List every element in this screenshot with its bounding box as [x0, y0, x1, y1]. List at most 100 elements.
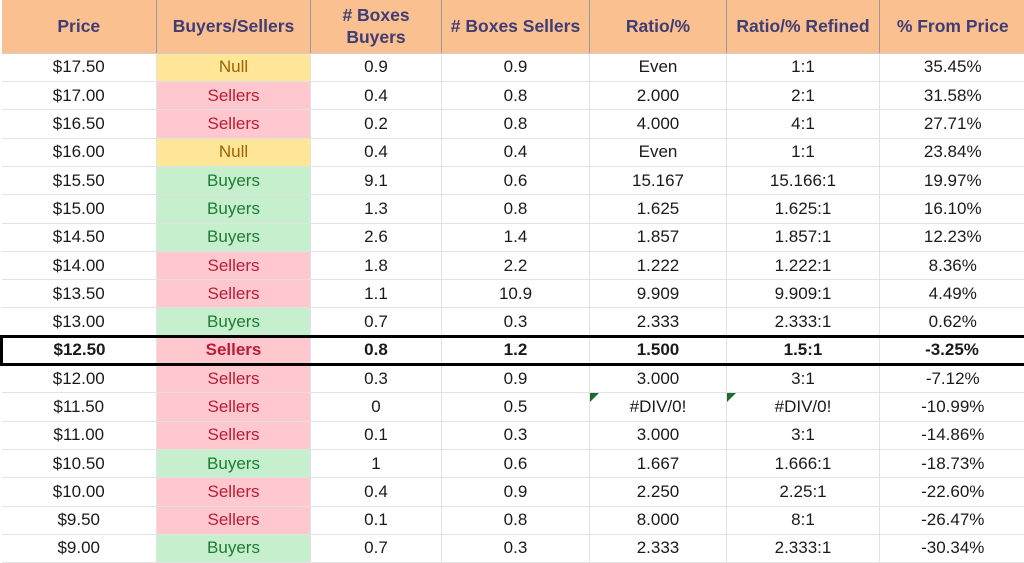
- boxes-buyers-cell[interactable]: 0.4: [311, 138, 442, 166]
- price-cell[interactable]: $9.50: [2, 506, 157, 534]
- ratio-refined-cell[interactable]: 1:1: [727, 53, 880, 81]
- column-header-4[interactable]: Ratio/%: [590, 0, 727, 53]
- ratio-refined-cell[interactable]: 2.333:1: [727, 308, 880, 336]
- price-cell[interactable]: $16.50: [2, 110, 157, 138]
- table-row[interactable]: $11.50Sellers00.5#DIV/0!#DIV/0!-10.99%: [2, 393, 1024, 421]
- percent-from-price-cell[interactable]: 16.10%: [880, 195, 1024, 223]
- ratio-refined-cell[interactable]: 15.166:1: [727, 166, 880, 194]
- ratio-cell[interactable]: 1.222: [590, 251, 727, 279]
- ratio-cell[interactable]: 15.167: [590, 166, 727, 194]
- ratio-cell[interactable]: 8.000: [590, 506, 727, 534]
- ratio-cell[interactable]: 1.625: [590, 195, 727, 223]
- signal-cell[interactable]: Sellers: [157, 506, 311, 534]
- price-cell[interactable]: $12.50: [2, 336, 157, 364]
- signal-cell[interactable]: Buyers: [157, 449, 311, 477]
- ratio-refined-cell[interactable]: 1.5:1: [727, 336, 880, 364]
- price-cell[interactable]: $16.00: [2, 138, 157, 166]
- boxes-sellers-cell[interactable]: 0.8: [442, 82, 590, 110]
- percent-from-price-cell[interactable]: 12.23%: [880, 223, 1024, 251]
- table-row[interactable]: $12.50Sellers0.81.21.5001.5:1-3.25%: [2, 336, 1024, 364]
- signal-cell[interactable]: Sellers: [157, 421, 311, 449]
- price-cell[interactable]: $10.00: [2, 478, 157, 506]
- table-row[interactable]: $13.50Sellers1.110.99.9099.909:14.49%: [2, 280, 1024, 308]
- percent-from-price-cell[interactable]: 0.62%: [880, 308, 1024, 336]
- signal-cell[interactable]: Sellers: [157, 393, 311, 421]
- signal-cell[interactable]: Null: [157, 53, 311, 81]
- table-row[interactable]: $13.00Buyers0.70.32.3332.333:10.62%: [2, 308, 1024, 336]
- boxes-sellers-cell[interactable]: 0.3: [442, 308, 590, 336]
- boxes-buyers-cell[interactable]: 1: [311, 449, 442, 477]
- boxes-buyers-cell[interactable]: 1.3: [311, 195, 442, 223]
- price-cell[interactable]: $17.00: [2, 82, 157, 110]
- boxes-sellers-cell[interactable]: 0.9: [442, 53, 590, 81]
- percent-from-price-cell[interactable]: 23.84%: [880, 138, 1024, 166]
- table-row[interactable]: $14.50Buyers2.61.41.8571.857:112.23%: [2, 223, 1024, 251]
- boxes-buyers-cell[interactable]: 0.3: [311, 365, 442, 393]
- signal-cell[interactable]: Sellers: [157, 110, 311, 138]
- table-row[interactable]: $10.50Buyers10.61.6671.666:1-18.73%: [2, 449, 1024, 477]
- price-cell[interactable]: $11.50: [2, 393, 157, 421]
- table-row[interactable]: $14.00Sellers1.82.21.2221.222:18.36%: [2, 251, 1024, 279]
- ratio-cell[interactable]: Even: [590, 53, 727, 81]
- column-header-6[interactable]: % From Price: [880, 0, 1024, 53]
- ratio-refined-cell[interactable]: 9.909:1: [727, 280, 880, 308]
- signal-cell[interactable]: Buyers: [157, 166, 311, 194]
- price-cell[interactable]: $12.00: [2, 365, 157, 393]
- price-cell[interactable]: $15.50: [2, 166, 157, 194]
- column-header-1[interactable]: Buyers/Sellers: [157, 0, 311, 53]
- ratio-cell[interactable]: 9.909: [590, 280, 727, 308]
- boxes-buyers-cell[interactable]: 1.1: [311, 280, 442, 308]
- ratio-cell[interactable]: 2.333: [590, 308, 727, 336]
- boxes-sellers-cell[interactable]: 0.6: [442, 449, 590, 477]
- price-cell[interactable]: $11.00: [2, 421, 157, 449]
- boxes-sellers-cell[interactable]: 0.5: [442, 393, 590, 421]
- boxes-sellers-cell[interactable]: 0.6: [442, 166, 590, 194]
- ratio-cell[interactable]: 3.000: [590, 421, 727, 449]
- percent-from-price-cell[interactable]: 19.97%: [880, 166, 1024, 194]
- table-row[interactable]: $17.00Sellers0.40.82.0002:131.58%: [2, 82, 1024, 110]
- signal-cell[interactable]: Sellers: [157, 82, 311, 110]
- percent-from-price-cell[interactable]: 8.36%: [880, 251, 1024, 279]
- boxes-sellers-cell[interactable]: 2.2: [442, 251, 590, 279]
- signal-cell[interactable]: Buyers: [157, 534, 311, 562]
- price-cell[interactable]: $13.50: [2, 280, 157, 308]
- column-header-3[interactable]: # Boxes Sellers: [442, 0, 590, 53]
- percent-from-price-cell[interactable]: 31.58%: [880, 82, 1024, 110]
- boxes-sellers-cell[interactable]: 0.8: [442, 506, 590, 534]
- ratio-cell[interactable]: 1.857: [590, 223, 727, 251]
- boxes-sellers-cell[interactable]: 0.4: [442, 138, 590, 166]
- ratio-refined-cell[interactable]: 4:1: [727, 110, 880, 138]
- percent-from-price-cell[interactable]: 35.45%: [880, 53, 1024, 81]
- ratio-cell[interactable]: 1.500: [590, 336, 727, 364]
- boxes-buyers-cell[interactable]: 0.8: [311, 336, 442, 364]
- ratio-refined-cell[interactable]: #DIV/0!: [727, 393, 880, 421]
- percent-from-price-cell[interactable]: -3.25%: [880, 336, 1024, 364]
- signal-cell[interactable]: Sellers: [157, 336, 311, 364]
- boxes-buyers-cell[interactable]: 0: [311, 393, 442, 421]
- ratio-cell[interactable]: 1.667: [590, 449, 727, 477]
- boxes-buyers-cell[interactable]: 2.6: [311, 223, 442, 251]
- ratio-cell[interactable]: 2.250: [590, 478, 727, 506]
- boxes-buyers-cell[interactable]: 0.7: [311, 534, 442, 562]
- ratio-refined-cell[interactable]: 8:1: [727, 506, 880, 534]
- percent-from-price-cell[interactable]: -26.47%: [880, 506, 1024, 534]
- price-cell[interactable]: $14.00: [2, 251, 157, 279]
- boxes-buyers-cell[interactable]: 1.8: [311, 251, 442, 279]
- signal-cell[interactable]: Buyers: [157, 223, 311, 251]
- boxes-buyers-cell[interactable]: 0.4: [311, 82, 442, 110]
- table-row[interactable]: $12.00Sellers0.30.93.0003:1-7.12%: [2, 365, 1024, 393]
- table-row[interactable]: $10.00Sellers0.40.92.2502.25:1-22.60%: [2, 478, 1024, 506]
- ratio-refined-cell[interactable]: 3:1: [727, 365, 880, 393]
- boxes-buyers-cell[interactable]: 0.1: [311, 506, 442, 534]
- ratio-refined-cell[interactable]: 1.666:1: [727, 449, 880, 477]
- price-cell[interactable]: $17.50: [2, 53, 157, 81]
- table-row[interactable]: $16.00Null0.40.4Even1:123.84%: [2, 138, 1024, 166]
- signal-cell[interactable]: Sellers: [157, 478, 311, 506]
- price-cell[interactable]: $10.50: [2, 449, 157, 477]
- ratio-refined-cell[interactable]: 1.625:1: [727, 195, 880, 223]
- ratio-refined-cell[interactable]: 1.857:1: [727, 223, 880, 251]
- signal-cell[interactable]: Sellers: [157, 280, 311, 308]
- column-header-0[interactable]: Price: [2, 0, 157, 53]
- price-cell[interactable]: $9.00: [2, 534, 157, 562]
- table-row[interactable]: $9.50Sellers0.10.88.0008:1-26.47%: [2, 506, 1024, 534]
